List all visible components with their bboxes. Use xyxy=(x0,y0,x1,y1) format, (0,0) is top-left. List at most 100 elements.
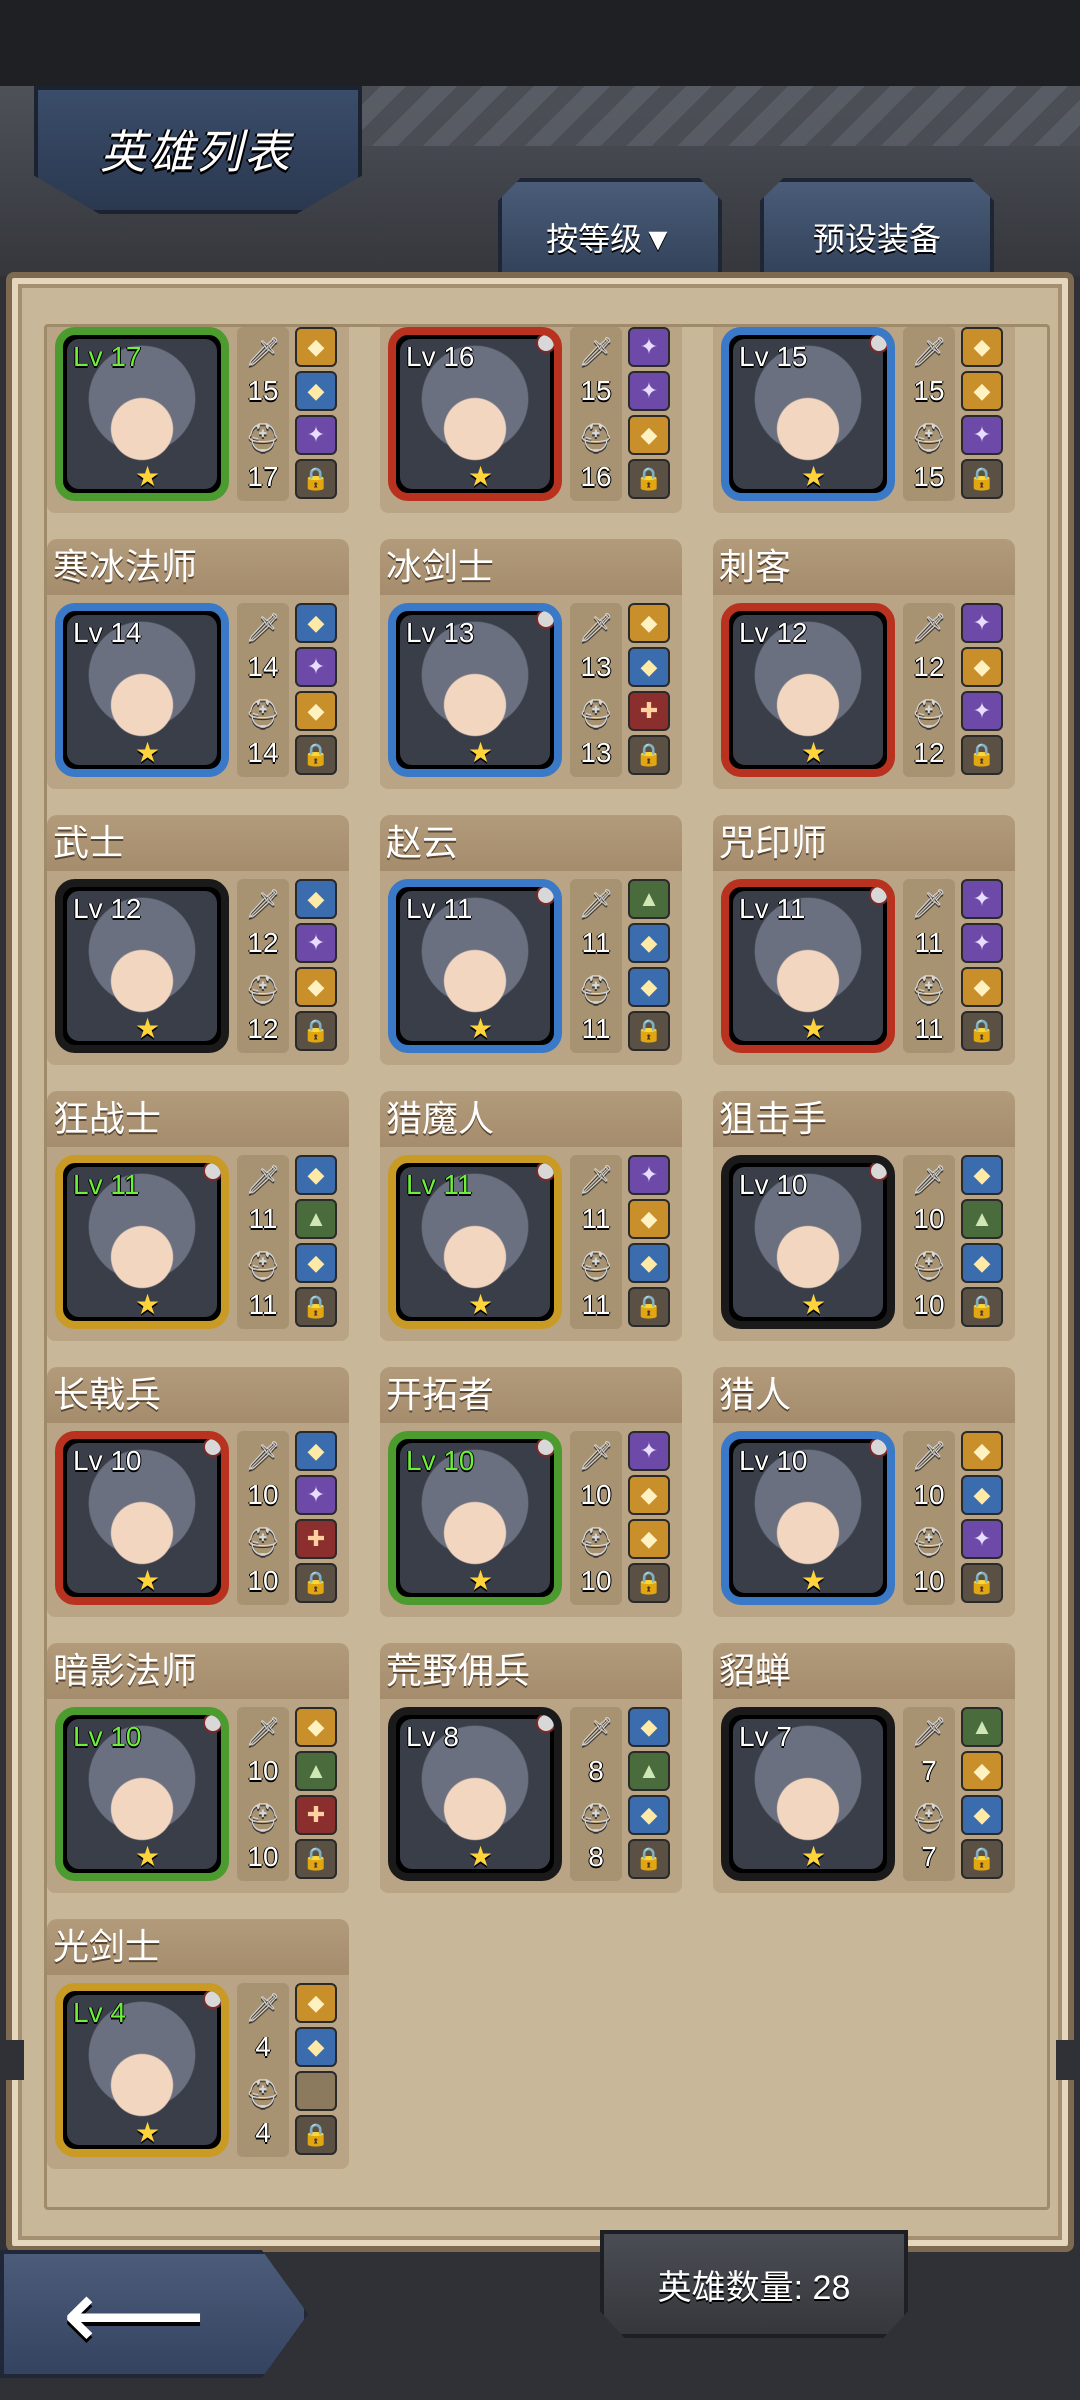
equipment-slot[interactable]: ◆ xyxy=(628,1519,670,1559)
hero-portrait[interactable]: Lv 11 ★ xyxy=(388,879,562,1053)
equipment-slot[interactable]: ✦ xyxy=(628,1431,670,1471)
equipment-slot[interactable]: ◆ xyxy=(295,1243,337,1283)
lock-icon[interactable]: 🔒 xyxy=(295,2115,337,2155)
hero-card[interactable]: Lv 17 ★ 🗡 15 ⛑ 17 ◆ ◆ ✦ 🔒 xyxy=(47,327,349,513)
equipment-slot[interactable]: ▲ xyxy=(961,1199,1003,1239)
lock-icon[interactable]: 🔒 xyxy=(961,1839,1003,1879)
equipment-slot[interactable]: ▲ xyxy=(628,879,670,919)
equipment-slot[interactable]: ◆ xyxy=(628,1707,670,1747)
equipment-slot[interactable]: ▲ xyxy=(628,1751,670,1791)
equipment-slot[interactable]: ▲ xyxy=(961,1707,1003,1747)
equipment-slot[interactable]: ✚ xyxy=(295,1795,337,1835)
equipment-slot[interactable]: ✦ xyxy=(961,1519,1003,1559)
equipment-slot[interactable]: ◆ xyxy=(295,1155,337,1195)
hero-portrait[interactable]: Lv 4 ★ xyxy=(55,1983,229,2157)
equipment-slot[interactable]: ◆ xyxy=(628,967,670,1007)
hero-card[interactable]: 暗影法师 Lv 10 ★ 🗡 10 ⛑ 10 ◆ ▲ ✚ 🔒 xyxy=(47,1643,349,1893)
equipment-slot[interactable]: ▲ xyxy=(295,1751,337,1791)
lock-icon[interactable]: 🔒 xyxy=(628,1011,670,1051)
equipment-slot[interactable]: ◆ xyxy=(961,1795,1003,1835)
equipment-slot[interactable]: ◆ xyxy=(295,691,337,731)
lock-icon[interactable]: 🔒 xyxy=(295,1839,337,1879)
equipment-slot[interactable]: ✚ xyxy=(295,1519,337,1559)
hero-portrait[interactable]: Lv 17 ★ xyxy=(55,327,229,501)
hero-card[interactable]: 武士 Lv 12 ★ 🗡 12 ⛑ 12 ◆ ✦ ◆ 🔒 xyxy=(47,815,349,1065)
hero-card[interactable]: Lv 16 ★ 🗡 15 ⛑ 16 ✦ ✦ ◆ 🔒 xyxy=(380,327,682,513)
lock-icon[interactable]: 🔒 xyxy=(961,735,1003,775)
equipment-slot[interactable]: ◆ xyxy=(295,1707,337,1747)
lock-icon[interactable]: 🔒 xyxy=(628,459,670,499)
lock-icon[interactable]: 🔒 xyxy=(295,1287,337,1327)
equipment-slot[interactable]: ◆ xyxy=(961,1475,1003,1515)
hero-portrait[interactable]: Lv 11 ★ xyxy=(55,1155,229,1329)
hero-portrait[interactable]: Lv 10 ★ xyxy=(388,1431,562,1605)
equipment-slot[interactable]: ◆ xyxy=(628,1475,670,1515)
equipment-slot[interactable]: ◆ xyxy=(295,327,337,367)
lock-icon[interactable]: 🔒 xyxy=(961,1011,1003,1051)
hero-card[interactable]: 狂战士 Lv 11 ★ 🗡 11 ⛑ 11 ◆ ▲ ◆ 🔒 xyxy=(47,1091,349,1341)
hero-card[interactable]: 猎魔人 Lv 11 ★ 🗡 11 ⛑ 11 ✦ ◆ ◆ 🔒 xyxy=(380,1091,682,1341)
hero-card[interactable]: 冰剑士 Lv 13 ★ 🗡 13 ⛑ 13 ◆ ◆ ✚ 🔒 xyxy=(380,539,682,789)
hero-portrait[interactable]: Lv 11 ★ xyxy=(388,1155,562,1329)
equipment-slot[interactable]: ◆ xyxy=(628,923,670,963)
hero-card[interactable]: 长戟兵 Lv 10 ★ 🗡 10 ⛑ 10 ◆ ✦ ✚ 🔒 xyxy=(47,1367,349,1617)
equipment-slot[interactable]: ✦ xyxy=(628,327,670,367)
equipment-slot[interactable]: ✦ xyxy=(295,415,337,455)
equipment-slot[interactable]: ◆ xyxy=(628,647,670,687)
hero-portrait[interactable]: Lv 15 ★ xyxy=(721,327,895,501)
hero-card[interactable]: 寒冰法师 Lv 14 ★ 🗡 14 ⛑ 14 ◆ ✦ ◆ 🔒 xyxy=(47,539,349,789)
hero-card[interactable]: Lv 15 ★ 🗡 15 ⛑ 15 ◆ ◆ ✦ 🔒 xyxy=(713,327,1015,513)
equipment-slot[interactable]: ◆ xyxy=(295,371,337,411)
equipment-slot[interactable]: ✦ xyxy=(961,415,1003,455)
equipment-slot[interactable]: ✦ xyxy=(961,603,1003,643)
equipment-slot[interactable]: ◆ xyxy=(961,647,1003,687)
equipment-slot[interactable]: ◆ xyxy=(628,415,670,455)
equipment-slot[interactable]: ◆ xyxy=(961,1431,1003,1471)
hero-card[interactable]: 猎人 Lv 10 ★ 🗡 10 ⛑ 10 ◆ ◆ ✦ 🔒 xyxy=(713,1367,1015,1617)
equipment-slot[interactable]: ◆ xyxy=(295,1983,337,2023)
lock-icon[interactable]: 🔒 xyxy=(628,1839,670,1879)
equipment-slot[interactable]: ✦ xyxy=(295,923,337,963)
equipment-slot[interactable]: ✦ xyxy=(961,923,1003,963)
equipment-slot[interactable]: ✦ xyxy=(295,647,337,687)
lock-icon[interactable]: 🔒 xyxy=(628,1563,670,1603)
equipment-slot[interactable]: ◆ xyxy=(961,967,1003,1007)
hero-portrait[interactable]: Lv 10 ★ xyxy=(55,1707,229,1881)
equipment-slot[interactable]: ◆ xyxy=(961,1243,1003,1283)
hero-portrait[interactable]: Lv 12 ★ xyxy=(55,879,229,1053)
lock-icon[interactable]: 🔒 xyxy=(961,1563,1003,1603)
back-button[interactable]: ⟵ xyxy=(0,2250,308,2378)
hero-portrait[interactable]: Lv 10 ★ xyxy=(721,1155,895,1329)
equipment-slot[interactable]: ◆ xyxy=(961,1155,1003,1195)
hero-portrait[interactable]: Lv 10 ★ xyxy=(55,1431,229,1605)
hero-card[interactable]: 荒野佣兵 Lv 8 ★ 🗡 8 ⛑ 8 ◆ ▲ ◆ 🔒 xyxy=(380,1643,682,1893)
equipment-slot[interactable]: ▲ xyxy=(295,1199,337,1239)
equipment-slot[interactable]: ◆ xyxy=(628,603,670,643)
lock-icon[interactable]: 🔒 xyxy=(628,735,670,775)
equipment-slot[interactable]: ✚ xyxy=(628,691,670,731)
equipment-slot[interactable]: ◆ xyxy=(961,371,1003,411)
sort-by-level-button[interactable]: 按等级▼ xyxy=(498,178,722,282)
preset-equipment-button[interactable]: 预设装备 xyxy=(760,178,994,282)
hero-portrait[interactable]: Lv 14 ★ xyxy=(55,603,229,777)
lock-icon[interactable]: 🔒 xyxy=(295,459,337,499)
hero-card[interactable]: 光剑士 Lv 4 ★ 🗡 4 ⛑ 4 ◆ ◆ 🔒 xyxy=(47,1919,349,2169)
equipment-slot[interactable]: ◆ xyxy=(295,879,337,919)
hero-card[interactable]: 咒印师 Lv 11 ★ 🗡 11 ⛑ 11 ✦ ✦ ◆ 🔒 xyxy=(713,815,1015,1065)
equipment-slot[interactable]: ✦ xyxy=(961,879,1003,919)
equipment-slot[interactable]: ◆ xyxy=(628,1795,670,1835)
lock-icon[interactable]: 🔒 xyxy=(295,1563,337,1603)
equipment-slot[interactable]: ◆ xyxy=(295,2027,337,2067)
hero-card[interactable]: 赵云 Lv 11 ★ 🗡 11 ⛑ 11 ▲ ◆ ◆ 🔒 xyxy=(380,815,682,1065)
hero-card[interactable]: 开拓者 Lv 10 ★ 🗡 10 ⛑ 10 ✦ ◆ ◆ 🔒 xyxy=(380,1367,682,1617)
equipment-slot[interactable]: ✦ xyxy=(295,1475,337,1515)
hero-portrait[interactable]: Lv 8 ★ xyxy=(388,1707,562,1881)
empty-equipment-slot[interactable] xyxy=(295,2071,337,2111)
hero-card[interactable]: 貂蝉 Lv 7 ★ 🗡 7 ⛑ 7 ▲ ◆ ◆ 🔒 xyxy=(713,1643,1015,1893)
lock-icon[interactable]: 🔒 xyxy=(961,459,1003,499)
lock-icon[interactable]: 🔒 xyxy=(961,1287,1003,1327)
equipment-slot[interactable]: ✦ xyxy=(961,691,1003,731)
hero-portrait[interactable]: Lv 16 ★ xyxy=(388,327,562,501)
hero-portrait[interactable]: Lv 10 ★ xyxy=(721,1431,895,1605)
lock-icon[interactable]: 🔒 xyxy=(295,735,337,775)
